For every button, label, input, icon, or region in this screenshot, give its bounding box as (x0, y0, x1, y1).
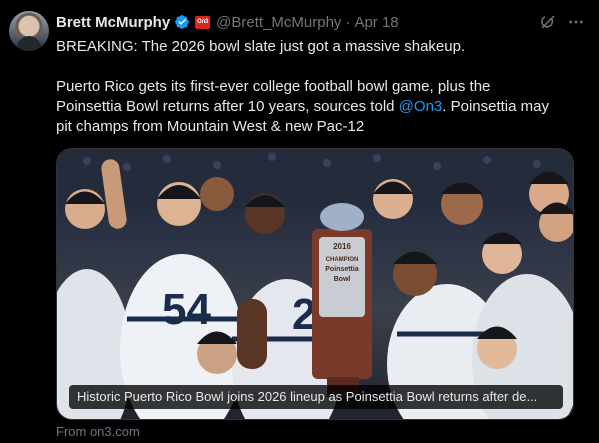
mention-link[interactable]: @On3 (399, 98, 443, 115)
tweet-actions-top (539, 13, 585, 31)
link-source[interactable]: From on3.com (56, 424, 140, 439)
author-handle[interactable]: @Brett_McMurphy (216, 14, 341, 31)
link-card-title[interactable]: Historic Puerto Rico Bowl joins 2026 lin… (69, 385, 563, 409)
more-icon[interactable] (567, 13, 585, 31)
tweet-text-line: pit champs from Mountain West & new Pac-… (56, 118, 365, 135)
separator-dot: · (345, 13, 351, 31)
tweet-text-line: BREAKING: The 2026 bowl slate just got a… (56, 38, 466, 55)
trophy-text: Poinsettia (325, 266, 359, 273)
tweet-text-line: Poinsettia Bowl returns after 10 years, … (56, 97, 586, 117)
trophy-icon (312, 203, 372, 397)
tweet-text: BREAKING: The 2026 bowl slate just got a… (56, 37, 586, 137)
affiliation-badge[interactable]: On3 (195, 15, 211, 29)
trophy-text: 2016 (333, 242, 351, 251)
tweet-text-segment: Poinsettia Bowl returns after 10 years, … (56, 98, 399, 115)
avatar[interactable] (9, 11, 49, 51)
jersey-number: 54 (162, 285, 211, 334)
grok-icon[interactable] (539, 13, 557, 31)
trophy-text: Bowl (334, 276, 351, 283)
tweet-text-segment: . Poinsettia may (442, 98, 549, 115)
tweet-header: Brett McMurphy On3 @Brett_McMurphy · Apr… (56, 12, 399, 32)
author-name[interactable]: Brett McMurphy (56, 14, 170, 31)
team-photo: 54 2 2016 CHAMPION Poinsettia Bowl (57, 149, 573, 419)
tweet-text-line: Puerto Rico gets its first-ever college … (56, 78, 491, 95)
verified-badge-icon (174, 14, 190, 30)
tweet-date[interactable]: Apr 18 (354, 14, 398, 31)
link-card-image[interactable]: 54 2 2016 CHAMPION Poinsettia Bowl Histo… (56, 148, 574, 420)
trophy-text: CHAMPION (326, 257, 359, 263)
